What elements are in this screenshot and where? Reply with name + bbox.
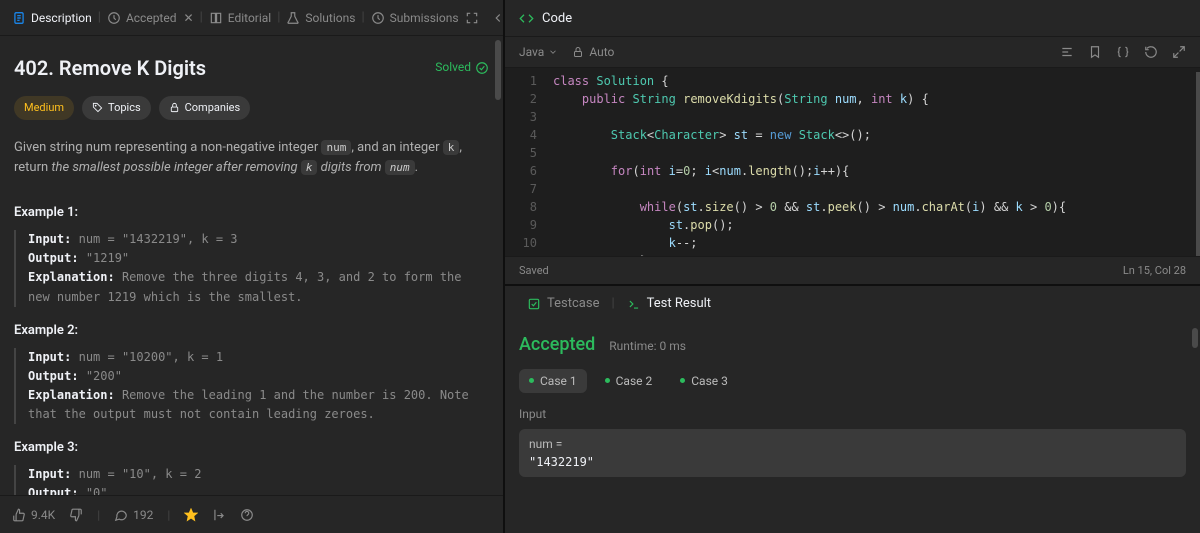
companies-badge[interactable]: Companies: [159, 96, 251, 120]
description-panel: Description | Accepted ✕ | Editorial | S…: [0, 0, 505, 533]
help-button[interactable]: [240, 508, 254, 522]
comment-icon: [114, 508, 128, 522]
code-panel: Code Java Auto 1234567891011121314151617…: [505, 0, 1200, 533]
bookmark-icon[interactable]: [1088, 45, 1102, 59]
topics-badge[interactable]: Topics: [82, 96, 151, 120]
format-icon[interactable]: [1060, 45, 1074, 59]
example-block: Input: num = "10", k = 2 Output: "0" Exp…: [14, 465, 489, 495]
problem-tabs: Description | Accepted ✕ | Editorial | S…: [0, 0, 503, 36]
auto-label[interactable]: Auto: [572, 45, 614, 59]
example-block: Input: num = "1432219", k = 3 Output: "1…: [14, 230, 489, 307]
input-key: num =: [529, 437, 1176, 451]
difficulty-badge: Medium: [14, 96, 74, 120]
tab-solutions[interactable]: Solutions: [284, 7, 357, 29]
tab-test-result[interactable]: Test Result: [619, 292, 719, 315]
solved-badge: Solved: [435, 58, 489, 77]
like-button[interactable]: 9.4K: [12, 508, 55, 522]
example-title: Example 1:: [14, 203, 489, 224]
history-icon: [107, 11, 121, 25]
code-label: Code: [542, 11, 572, 26]
scrollbar[interactable]: [1192, 328, 1198, 348]
code-text[interactable]: class Solution { public String removeKdi…: [545, 68, 1200, 256]
editor-status-bar: Saved Ln 15, Col 28: [505, 256, 1200, 284]
braces-icon[interactable]: [1116, 45, 1130, 59]
tab-testcase[interactable]: Testcase: [519, 292, 607, 315]
fullscreen-icon[interactable]: [465, 11, 479, 25]
input-label: Input: [519, 407, 1186, 421]
check-circle-icon: [475, 61, 489, 75]
lock-icon: [169, 102, 180, 113]
problem-footer: 9.4K | 192 |: [0, 495, 503, 533]
terminal-icon: [627, 297, 641, 311]
line-numbers: 123456789101112131415161718: [505, 68, 545, 256]
tag-icon: [92, 102, 103, 113]
tab-label: Solutions: [305, 11, 355, 25]
thumbs-down-icon: [69, 508, 83, 522]
saved-status: Saved: [519, 264, 549, 277]
input-box: num = "1432219": [519, 429, 1186, 477]
lock-icon: [572, 46, 584, 58]
tab-submissions[interactable]: Submissions: [369, 7, 461, 29]
thumbs-up-icon: [12, 508, 26, 522]
expand-icon[interactable]: [1172, 45, 1186, 59]
question-icon: [240, 508, 254, 522]
history-icon: [371, 11, 385, 25]
code-toolbar: Java Auto: [505, 36, 1200, 68]
cursor-position: Ln 15, Col 28: [1123, 264, 1186, 277]
check-square-icon: [527, 297, 541, 311]
chevron-left-icon[interactable]: [491, 11, 505, 25]
example-title: Example 2:: [14, 321, 489, 342]
results-body: Accepted Runtime: 0 ms Case 1 Case 2 Cas…: [505, 322, 1200, 533]
book-icon: [209, 11, 223, 25]
problem-content: 402. Remove K Digits Solved Medium Topic…: [0, 36, 503, 495]
dislike-button[interactable]: [69, 508, 83, 522]
tab-description[interactable]: Description: [10, 7, 94, 29]
status-label: Accepted: [519, 334, 595, 355]
tab-editorial[interactable]: Editorial: [207, 7, 273, 29]
tab-label: Submissions: [390, 11, 459, 25]
problem-description: Given string num representing a non-nega…: [14, 138, 489, 180]
flask-icon: [286, 11, 300, 25]
comments-button[interactable]: 192: [114, 508, 153, 522]
runtime-label: Runtime: 0 ms: [609, 339, 686, 353]
scrollbar[interactable]: [1196, 72, 1200, 256]
star-button[interactable]: [184, 508, 198, 522]
tab-accepted[interactable]: Accepted ✕: [105, 7, 196, 29]
file-text-icon: [12, 11, 26, 25]
results-tabs: Testcase | Test Result: [505, 284, 1200, 322]
example-title: Example 3:: [14, 438, 489, 459]
code-header: Code: [505, 0, 1200, 36]
tab-label: Description: [31, 11, 92, 25]
input-value: "1432219": [529, 455, 1176, 469]
chevron-down-icon: [548, 47, 558, 57]
case-tab-3[interactable]: Case 3: [670, 369, 738, 393]
problem-title: 402. Remove K Digits: [14, 52, 206, 84]
star-icon: [184, 508, 198, 522]
code-editor[interactable]: 123456789101112131415161718 class Soluti…: [505, 68, 1200, 256]
language-select[interactable]: Java: [519, 45, 558, 59]
close-icon[interactable]: ✕: [184, 11, 194, 25]
example-block: Input: num = "10200", k = 1 Output: "200…: [14, 348, 489, 425]
case-tab-1[interactable]: Case 1: [519, 369, 587, 393]
reset-icon[interactable]: [1144, 45, 1158, 59]
tab-label: Accepted: [126, 11, 177, 25]
scrollbar[interactable]: [495, 40, 501, 100]
tab-label: Editorial: [228, 11, 271, 25]
solved-label: Solved: [435, 58, 471, 77]
code-icon: [519, 11, 534, 26]
share-icon: [212, 508, 226, 522]
share-button[interactable]: [212, 508, 226, 522]
case-tab-2[interactable]: Case 2: [595, 369, 663, 393]
